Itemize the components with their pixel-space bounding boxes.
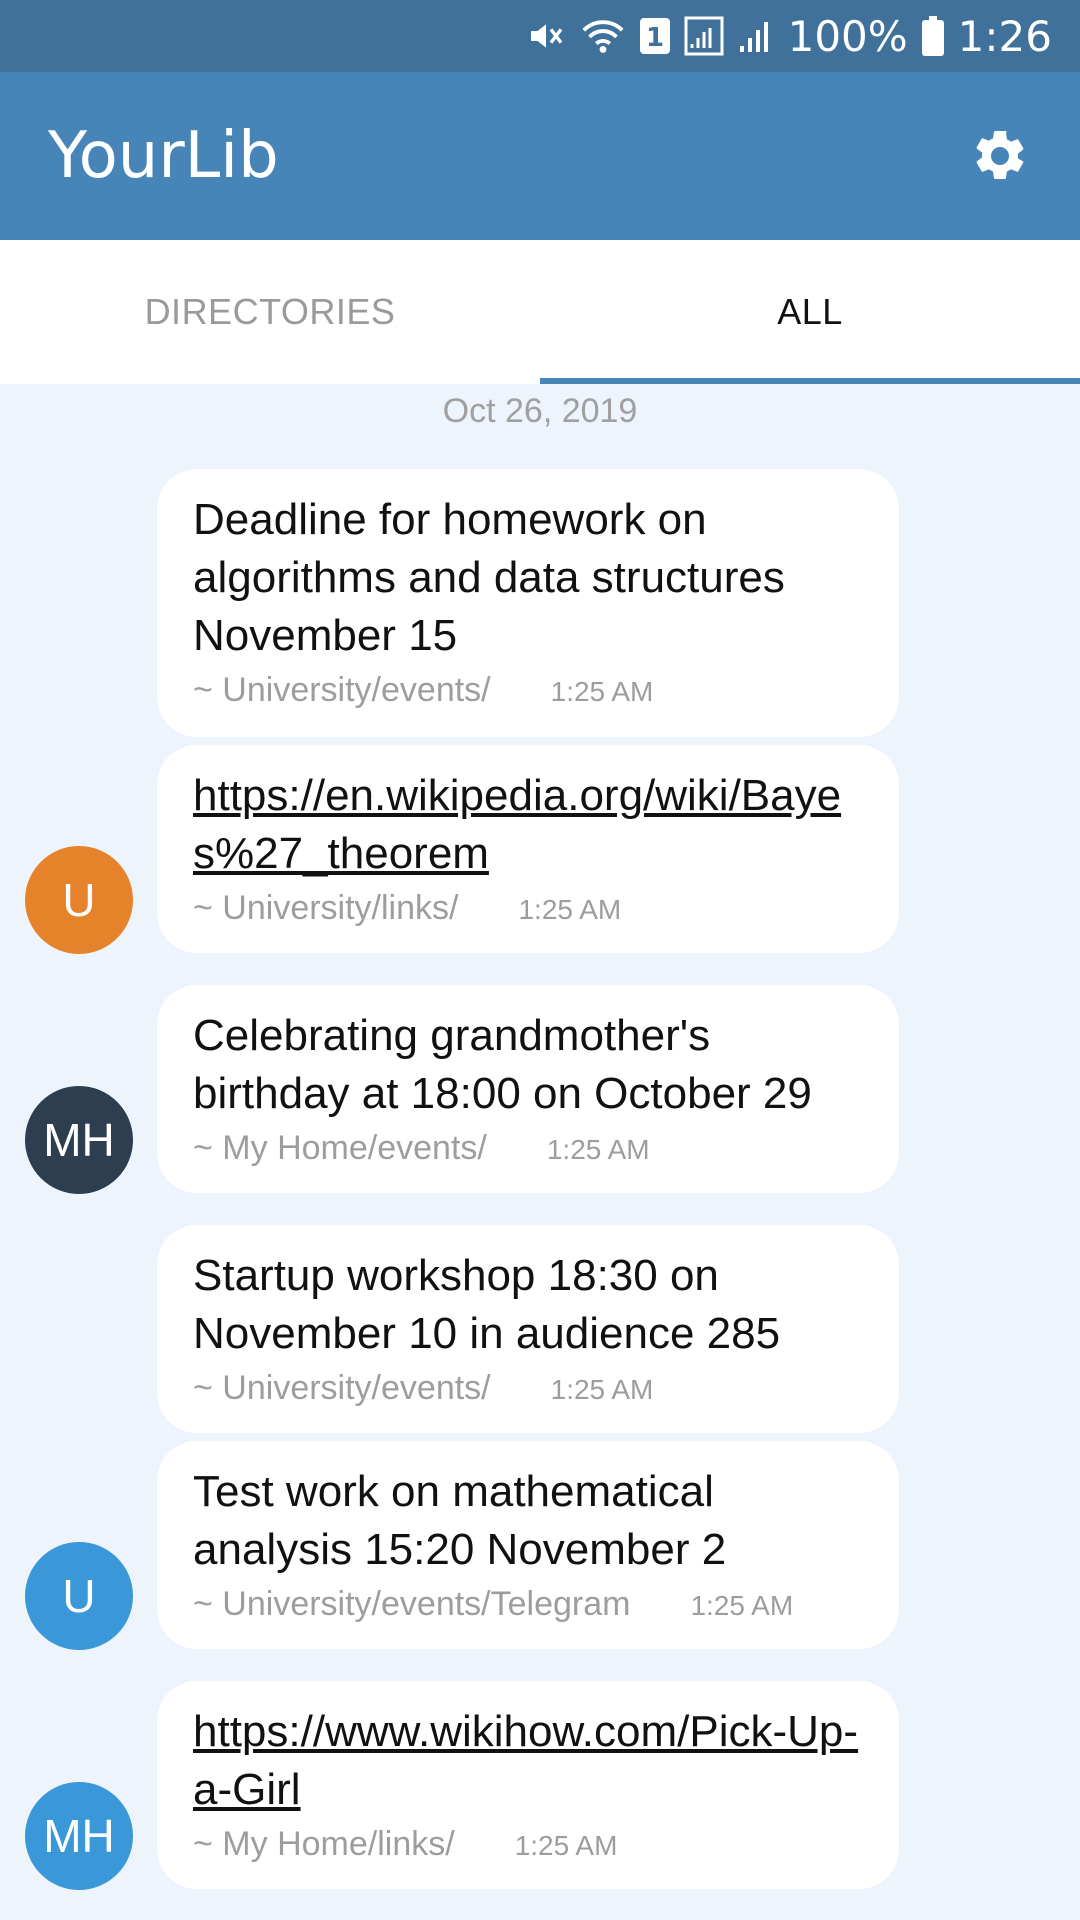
avatar-initials: MH: [43, 1810, 115, 1862]
message-bubble[interactable]: https://www.wikihow.com/Pick-Up-a-Girl ~…: [157, 1681, 899, 1889]
message-path: ~ My Home/events/: [193, 1129, 487, 1167]
message-time: 1:25 AM: [514, 1830, 618, 1861]
settings-gear-icon[interactable]: [968, 124, 1032, 188]
message-bubble[interactable]: Celebrating grandmother's birthday at 18…: [157, 985, 899, 1193]
message-link[interactable]: https://en.wikipedia.org/wiki/Bayes%27_t…: [193, 767, 863, 883]
avatar-initials: MH: [43, 1114, 115, 1166]
avatar[interactable]: U: [25, 846, 133, 954]
message-time: 1:25 AM: [550, 676, 654, 707]
message-bubble[interactable]: Startup workshop 18:30 on November 10 in…: [157, 1225, 899, 1433]
battery-icon: [921, 16, 944, 56]
message-path: ~ University/events/: [193, 671, 491, 709]
status-bar: 1 100% 1:26: [0, 0, 1080, 72]
mute-icon: [526, 16, 566, 56]
message-path: ~ University/events/Telegram: [193, 1585, 631, 1623]
message-path: ~ My Home/links/: [193, 1825, 455, 1863]
avatar[interactable]: U: [25, 1542, 133, 1650]
signal-icon: [684, 16, 724, 56]
message-text: Startup workshop 18:30 on November 10 in…: [193, 1251, 781, 1358]
avatar[interactable]: MH: [25, 1782, 133, 1890]
message-bubble[interactable]: Test work on mathematical analysis 15:20…: [157, 1441, 899, 1649]
signal-icon-2: [738, 16, 774, 56]
battery-percent: 100%: [787, 11, 908, 61]
tab-bar: DIRECTORIES ALL: [0, 240, 1080, 384]
message-bubble[interactable]: Deadline for homework on algorithms and …: [157, 469, 899, 737]
message-path: ~ University/links/: [193, 889, 459, 927]
status-time: 1:26: [957, 11, 1052, 61]
date-separator: Oct 26, 2019: [442, 392, 638, 430]
avatar-initials: U: [62, 1570, 96, 1622]
message-text: Celebrating grandmother's birthday at 18…: [193, 1011, 812, 1118]
app-title: YourLib: [48, 119, 279, 193]
message-time: 1:25 AM: [518, 894, 622, 925]
message-time: 1:25 AM: [690, 1590, 794, 1621]
avatar-initials: U: [62, 874, 96, 926]
app-bar: YourLib: [0, 72, 1080, 240]
tab-all[interactable]: ALL: [540, 240, 1080, 384]
message-text: Deadline for homework on algorithms and …: [193, 495, 785, 660]
tab-directories[interactable]: DIRECTORIES: [0, 240, 540, 384]
message-time: 1:25 AM: [546, 1134, 650, 1165]
sim-badge-icon: 1: [639, 18, 670, 54]
avatar[interactable]: MH: [25, 1086, 133, 1194]
message-path: ~ University/events/: [193, 1369, 491, 1407]
message-text: Test work on mathematical analysis 15:20…: [193, 1467, 727, 1574]
message-time: 1:25 AM: [550, 1374, 654, 1405]
wifi-icon: [580, 16, 626, 56]
message-bubble[interactable]: https://en.wikipedia.org/wiki/Bayes%27_t…: [157, 745, 899, 953]
svg-text:1: 1: [646, 23, 664, 53]
message-link[interactable]: https://www.wikihow.com/Pick-Up-a-Girl: [193, 1703, 863, 1819]
